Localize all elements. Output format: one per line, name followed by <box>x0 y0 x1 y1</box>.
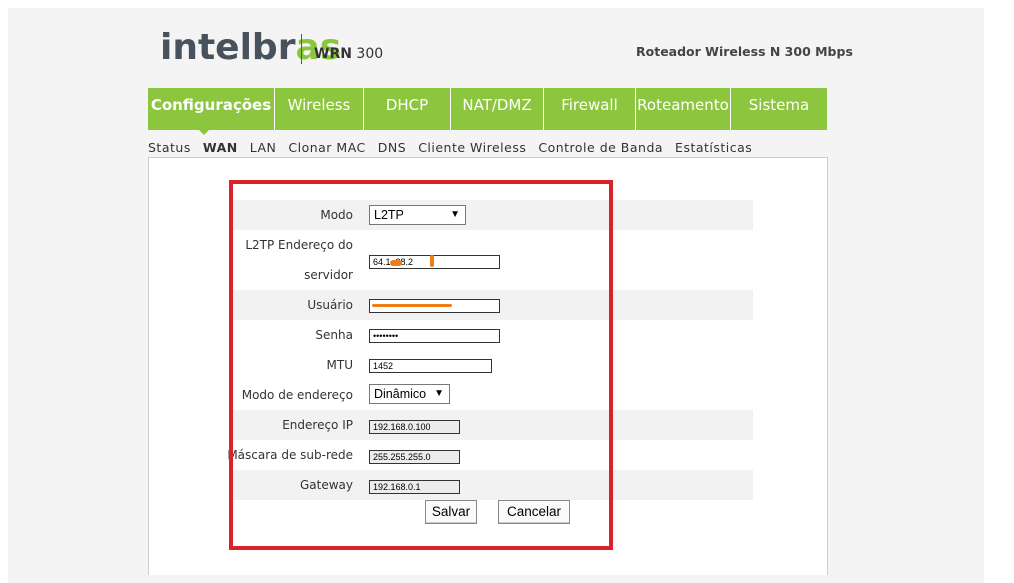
gateway-label: Gateway <box>299 478 353 492</box>
subnav-dns[interactable]: DNS <box>378 140 406 155</box>
mtu-input[interactable]: 1452 <box>369 359 492 373</box>
servidor-label-line2: servidor <box>304 268 353 282</box>
nav-roteamento[interactable]: Roteamento <box>636 88 731 130</box>
servidor-input[interactable]: 64.1 .28.2 <box>369 255 500 269</box>
logo-divider <box>301 34 302 64</box>
product-tagline: Roteador Wireless N 300 Mbps <box>636 44 853 59</box>
subnav-controle-de-banda[interactable]: Controle de Banda <box>538 140 663 155</box>
redaction-mark <box>390 260 402 266</box>
content-panel: Modo L2TP ▼ L2TP Endereço do servidor 64.… <box>148 157 828 575</box>
chevron-down-icon: ▼ <box>450 209 460 220</box>
subnav-cliente-wireless[interactable]: Cliente Wireless <box>418 140 526 155</box>
modo-select[interactable]: L2TP ▼ <box>369 205 466 225</box>
row-modo-endereco: Modo de endereço Dinâmico ▼ <box>229 380 753 410</box>
mtu-label: MTU <box>326 358 353 372</box>
main-nav: Configurações Wireless DHCP NAT/DMZ Fire… <box>148 88 827 130</box>
row-senha: Senha •••••••• <box>229 320 753 350</box>
ip-input[interactable]: 192.168.0.100 <box>369 420 460 434</box>
redaction-mark <box>430 255 434 267</box>
row-gateway: Gateway 192.168.0.1 <box>229 470 753 500</box>
mascara-input[interactable]: 255.255.255.0 <box>369 450 460 464</box>
usuario-input[interactable] <box>369 299 500 313</box>
model-name: WRN 300 <box>314 46 384 62</box>
subnav-estatisticas[interactable]: Estatísticas <box>675 140 752 155</box>
sub-nav: Status WAN LAN Clonar MAC DNS Cliente Wireles… <box>148 140 764 155</box>
save-button[interactable]: Salvar <box>425 500 477 524</box>
redaction-mark <box>372 304 452 307</box>
row-mtu: MTU 1452 <box>229 350 753 380</box>
subnav-lan[interactable]: LAN <box>250 140 277 155</box>
nav-nat-dmz[interactable]: NAT/DMZ <box>451 88 544 130</box>
senha-input[interactable]: •••••••• <box>369 329 500 343</box>
modo-endereco-select[interactable]: Dinâmico ▼ <box>369 384 450 404</box>
mascara-label: Máscara de sub-rede <box>227 448 353 462</box>
modo-label: Modo <box>320 208 353 222</box>
header: intelbras WRN 300 Roteador Wireless N 30… <box>8 8 984 88</box>
row-servidor: L2TP Endereço do servidor 64.1 .28.2 <box>229 230 753 290</box>
row-mascara: Máscara de sub-rede 255.255.255.0 <box>227 440 753 470</box>
row-usuario: Usuário <box>229 290 753 320</box>
nav-dhcp[interactable]: DHCP <box>364 88 451 130</box>
modo-endereco-label: Modo de endereço <box>241 388 353 402</box>
subnav-clonar-mac[interactable]: Clonar MAC <box>288 140 365 155</box>
nav-wireless[interactable]: Wireless <box>275 88 364 130</box>
subnav-status[interactable]: Status <box>148 140 191 155</box>
chevron-down-icon: ▼ <box>434 388 444 399</box>
row-modo: Modo L2TP ▼ <box>229 200 753 230</box>
row-endereco-ip: Endereço IP 192.168.0.100 <box>229 410 753 440</box>
cancel-button[interactable]: Cancelar <box>498 500 570 524</box>
ip-label: Endereço IP <box>282 418 353 432</box>
senha-label: Senha <box>315 328 353 342</box>
usuario-label: Usuário <box>307 298 353 312</box>
nav-firewall[interactable]: Firewall <box>544 88 636 130</box>
nav-sistema[interactable]: Sistema <box>731 88 827 130</box>
active-nav-caret <box>197 128 211 135</box>
servidor-label-line1: L2TP Endereço do <box>245 238 353 252</box>
subnav-wan[interactable]: WAN <box>203 140 238 155</box>
gateway-input[interactable]: 192.168.0.1 <box>369 480 460 494</box>
nav-configuracoes[interactable]: Configurações <box>148 88 275 130</box>
